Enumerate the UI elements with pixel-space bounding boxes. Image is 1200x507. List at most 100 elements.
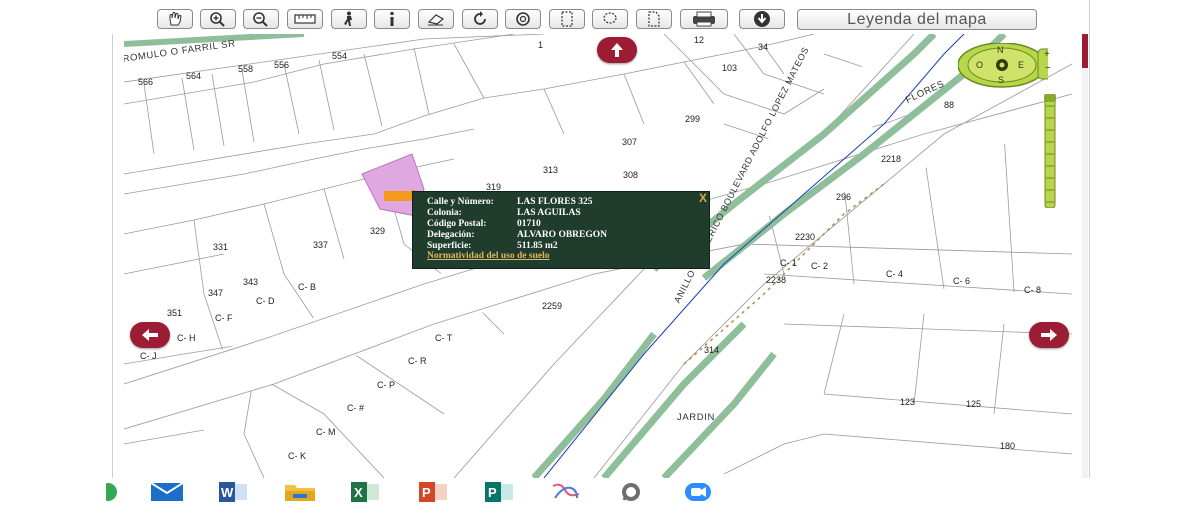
lot-number: 103 <box>722 63 738 73</box>
select-rect-icon <box>561 11 573 27</box>
lot-number: 329 <box>370 226 386 236</box>
taskbar-mail[interactable] <box>150 481 184 503</box>
block-label: C- F <box>215 313 233 323</box>
pan-north-button[interactable] <box>597 37 637 63</box>
arrow-up-icon <box>611 43 623 57</box>
lot-number: 307 <box>622 137 638 147</box>
select-lasso-button[interactable] <box>592 9 628 29</box>
popup-key-postal: Código Postal: <box>427 219 487 229</box>
block-label: C- 4 <box>886 269 904 279</box>
taskbar-paint[interactable] <box>548 481 584 503</box>
lot-number: 564 <box>186 71 202 81</box>
street-label-jardin: JARDIN <box>677 412 715 423</box>
lot-number: 125 <box>966 399 982 409</box>
block-label: C- 6 <box>953 276 971 286</box>
popup-value-colonia: LAS AGUILAS <box>517 208 581 218</box>
taskbar-publisher[interactable]: P <box>482 481 516 503</box>
taskbar-chrome[interactable] <box>106 481 120 503</box>
pan-east-button[interactable] <box>1029 322 1069 348</box>
mail-icon <box>151 483 183 501</box>
compass-south-label[interactable]: S <box>998 75 1004 85</box>
select-lasso-icon <box>603 12 617 24</box>
measure-button[interactable] <box>287 9 323 29</box>
pan-button[interactable] <box>157 9 193 29</box>
map-scrollbar[interactable] <box>1082 34 1088 478</box>
zoom-in-button[interactable] <box>200 9 236 29</box>
refresh-button[interactable] <box>462 9 498 29</box>
left-margin <box>0 0 112 478</box>
map-legend-button[interactable]: Leyenda del mapa <box>797 9 1037 30</box>
lot-number: 123 <box>900 397 916 407</box>
info-icon <box>390 12 394 26</box>
lot-number: 88 <box>944 100 955 110</box>
select-rect-button[interactable] <box>549 9 585 29</box>
select-circle-button[interactable] <box>505 9 541 29</box>
select-polygon-button[interactable] <box>636 9 672 29</box>
lot-number: 34 <box>758 42 769 52</box>
file-explorer-icon <box>285 485 315 501</box>
taskbar-excel[interactable]: X <box>348 481 382 503</box>
zoom-minus-icon[interactable]: − <box>1045 63 1051 74</box>
svg-text:P: P <box>422 485 431 500</box>
block-label: C- T <box>435 333 453 343</box>
popup-key-surface: Superficie: <box>427 241 472 251</box>
measure-icon <box>294 14 316 24</box>
zoom-plus-icon[interactable]: + <box>1044 49 1050 60</box>
land-use-link[interactable]: Normatividad del uso de suelo <box>427 251 549 261</box>
block-label: C- 8 <box>1024 285 1042 295</box>
word-icon: W <box>219 482 247 502</box>
svg-text:X: X <box>354 485 363 500</box>
publisher-icon: P <box>485 482 513 502</box>
block-label: C- K <box>288 451 306 461</box>
taskbar-powerpoint[interactable]: P <box>416 481 450 503</box>
popup-close-button[interactable]: X <box>699 191 707 205</box>
scrollbar-thumb[interactable] <box>1082 34 1088 68</box>
whatsapp-icon <box>622 483 640 501</box>
select-polygon-icon <box>648 11 660 27</box>
pan-west-button[interactable] <box>130 322 170 348</box>
lot-number: 347 <box>208 288 224 298</box>
popup-key-delegacion: Delegación: <box>427 230 475 240</box>
eraser-icon <box>427 14 445 26</box>
download-button[interactable] <box>739 9 785 29</box>
block-label: C- P <box>377 380 395 390</box>
compass-control[interactable]: N S E O + − <box>957 42 1053 89</box>
lot-number: 296 <box>836 192 852 202</box>
eraser-button[interactable] <box>418 9 454 29</box>
popup-value-street: LAS FLORES 325 <box>517 197 593 207</box>
lot-number: 2218 <box>881 154 902 164</box>
zoom-out-button[interactable] <box>243 9 279 29</box>
info-button[interactable] <box>374 9 410 29</box>
lot-number: 2230 <box>795 232 816 242</box>
download-icon <box>754 11 770 27</box>
taskbar-file-explorer[interactable] <box>284 481 316 503</box>
lot-number: 351 <box>167 308 183 318</box>
pan-icon <box>169 12 182 26</box>
block-label: C- 2 <box>811 261 829 271</box>
popup-value-delegacion: ALVARO OBREGON <box>517 230 608 240</box>
chrome-icon <box>106 483 117 501</box>
block-label: C- 1 <box>780 258 798 268</box>
compass-east-label[interactable]: E <box>1018 60 1024 70</box>
block-label: C- # <box>347 403 365 413</box>
block-label: C- H <box>177 333 196 343</box>
lot-number: 308 <box>623 170 639 180</box>
lot-number: 314 <box>704 345 720 355</box>
street-view-button[interactable] <box>331 9 367 29</box>
block-label: C- D <box>256 296 275 306</box>
zoom-slider[interactable] <box>1043 93 1057 209</box>
lot-number: 566 <box>138 77 154 87</box>
print-button[interactable] <box>680 9 728 29</box>
lot-number: 558 <box>238 64 254 74</box>
powerpoint-icon: P <box>419 482 447 502</box>
lot-number: 299 <box>685 114 701 124</box>
lot-number: 1 <box>538 40 544 50</box>
svg-text:W: W <box>221 485 234 500</box>
taskbar-whatsapp[interactable] <box>616 481 646 503</box>
taskbar-zoom[interactable] <box>682 481 714 503</box>
zoom-in-icon <box>210 12 225 27</box>
compass-west-label[interactable]: O <box>976 60 983 70</box>
taskbar-word[interactable]: W <box>216 481 250 503</box>
right-margin <box>1088 0 1200 478</box>
compass-north-label[interactable]: N <box>997 45 1004 55</box>
